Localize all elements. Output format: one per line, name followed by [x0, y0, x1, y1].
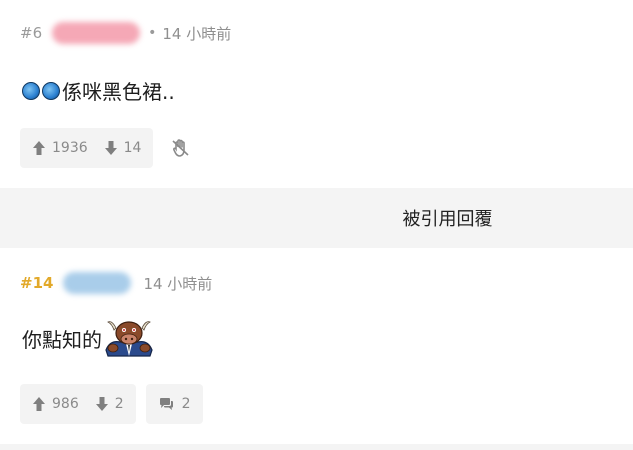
- post-time: 14 小時前: [143, 274, 213, 293]
- downvote-button[interactable]: 2: [95, 396, 124, 412]
- upvote-button[interactable]: 1936: [32, 140, 88, 156]
- floor-number: #6: [20, 24, 43, 42]
- post-content: 你點知的: [22, 318, 154, 358]
- reply-count-button[interactable]: 2: [145, 384, 203, 424]
- post-meta: #6 • 14 小時前: [20, 22, 231, 44]
- blue-ball-emoji-icon: [22, 81, 40, 100]
- downvote-button[interactable]: 14: [104, 140, 142, 156]
- block-hand-button[interactable]: [171, 138, 191, 158]
- arrow-up-icon: [33, 397, 45, 411]
- downvote-count: 2: [114, 396, 124, 412]
- username-blurred[interactable]: [52, 22, 141, 44]
- hand-stop-icon: [172, 139, 190, 157]
- arrow-up-icon: [33, 141, 45, 155]
- post-text: 你點知的: [22, 327, 102, 352]
- floor-number: #14: [20, 274, 54, 292]
- post-actions: 986 2 2: [20, 384, 203, 424]
- chat-bubble-icon: [159, 398, 173, 410]
- reply-count: 2: [181, 396, 191, 412]
- post-time: 14 小時前: [162, 24, 232, 43]
- quoted-replies-bar[interactable]: 被引用回覆: [0, 188, 633, 248]
- vote-box: 1936 14: [20, 128, 154, 168]
- comment-post: #14 14 小時前 你點知的 986 2 2: [0, 248, 633, 444]
- quoted-replies-label[interactable]: 被引用回覆: [403, 205, 493, 231]
- post-text: 係咪黑色裙..: [62, 80, 175, 104]
- divider-strip: [0, 444, 633, 450]
- username-blurred[interactable]: [63, 272, 132, 294]
- vote-box: 986 2: [20, 384, 136, 424]
- upvote-count: 986: [52, 396, 79, 412]
- downvote-count: 14: [123, 140, 142, 156]
- upvote-count: 1936: [52, 140, 88, 156]
- post-meta: #14 14 小時前: [20, 272, 212, 294]
- comment-post: #6 • 14 小時前 係咪黑色裙.. 1936 14: [0, 0, 633, 188]
- meta-separator: •: [148, 25, 157, 41]
- post-actions: 1936 14: [20, 128, 191, 168]
- post-content: 係咪黑色裙..: [22, 76, 175, 105]
- cow-head-emoji-icon: [105, 321, 153, 357]
- arrow-down-icon: [104, 141, 117, 155]
- arrow-down-icon: [95, 397, 108, 411]
- upvote-button[interactable]: 986: [32, 396, 79, 412]
- blue-ball-emoji-icon: [42, 81, 60, 100]
